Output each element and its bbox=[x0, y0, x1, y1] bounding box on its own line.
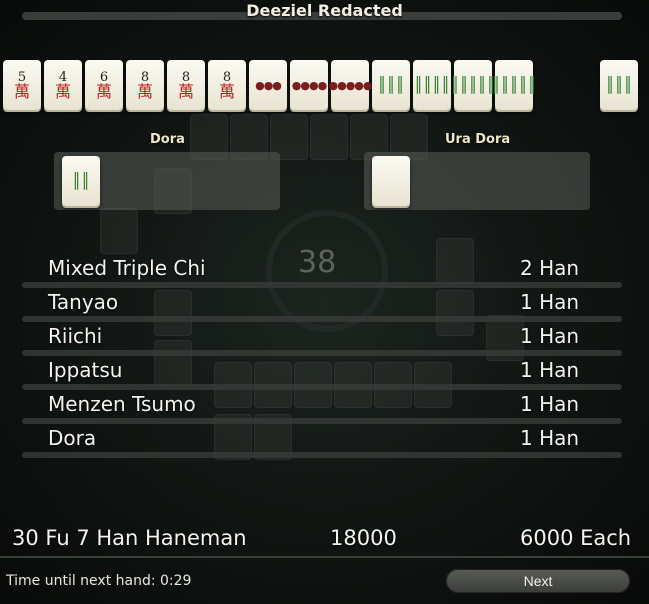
tile-dots: ●●●●● bbox=[328, 78, 373, 92]
yaku-name: Ippatsu bbox=[48, 358, 123, 382]
board-tile bbox=[310, 114, 348, 160]
next-button[interactable]: Next bbox=[446, 569, 630, 593]
yaku-row: Menzen Tsumo 1 Han bbox=[22, 390, 622, 424]
dora-label: Dora bbox=[150, 132, 185, 147]
yaku-name: Mixed Triple Chi bbox=[48, 256, 206, 280]
player-name: Deeziel Redacted bbox=[246, 1, 403, 20]
mahjong-tile: ║║║║║ bbox=[491, 60, 537, 110]
tile-character: 萬 bbox=[177, 81, 194, 101]
payment-each: 6000 Each bbox=[520, 526, 632, 550]
yaku-han: 1 Han bbox=[520, 290, 580, 314]
yaku-row: Tanyao 1 Han bbox=[22, 288, 622, 322]
mahjong-tile: ║║║║ bbox=[413, 60, 451, 110]
mahjong-tile: 8萬 bbox=[208, 60, 246, 110]
tile-character: 萬 bbox=[95, 81, 112, 101]
mahjong-tile: ║║║ bbox=[372, 60, 410, 110]
tile-bamboo: ║║║ bbox=[377, 75, 405, 94]
hand-value: 30 Fu 7 Han Haneman bbox=[12, 526, 247, 550]
board-tile bbox=[100, 208, 138, 254]
mahjong-tile: ●●● bbox=[249, 60, 287, 110]
yaku-name: Riichi bbox=[48, 324, 103, 348]
yaku-name: Menzen Tsumo bbox=[48, 392, 196, 416]
yaku-han: 1 Han bbox=[520, 392, 580, 416]
mahjong-tile: 5萬 bbox=[3, 60, 41, 110]
tile-dots: ●●● bbox=[255, 78, 282, 92]
yaku-han: 1 Han bbox=[520, 324, 580, 348]
mahjong-tile: ●●●●● bbox=[328, 60, 373, 110]
tile-character: 萬 bbox=[218, 81, 235, 101]
yaku-row: Riichi 1 Han bbox=[22, 322, 622, 356]
tile-bamboo: ║║║║║ bbox=[491, 75, 537, 94]
next-hand-timer: Time until next hand: 0:29 bbox=[6, 573, 192, 589]
yaku-row: Mixed Triple Chi 2 Han bbox=[22, 254, 622, 288]
tile-bamboo: ║║ bbox=[71, 171, 91, 190]
mahjong-tile: 4萬 bbox=[44, 60, 82, 110]
tile-bamboo: ║║║║║ bbox=[450, 75, 496, 94]
mahjong-tile: ●●●● bbox=[290, 60, 328, 110]
tile-bamboo: ║║║║ bbox=[413, 75, 451, 94]
yaku-row-bar bbox=[22, 452, 622, 458]
mahjong-tile: ║║║ bbox=[600, 60, 638, 110]
mahjong-tile: ║║ bbox=[62, 156, 100, 206]
mahjong-tile bbox=[372, 156, 410, 206]
yaku-han: 1 Han bbox=[520, 426, 580, 450]
mahjong-tile: ║║║║║ bbox=[450, 60, 496, 110]
ura-dora-label: Ura Dora bbox=[445, 132, 511, 147]
yaku-han: 1 Han bbox=[520, 358, 580, 382]
mahjong-tile: 8萬 bbox=[167, 60, 205, 110]
mahjong-tile: 6萬 bbox=[85, 60, 123, 110]
tile-bamboo: ║║║ bbox=[605, 75, 633, 94]
yaku-name: Dora bbox=[48, 426, 97, 450]
tile-character: 萬 bbox=[136, 81, 153, 101]
yaku-name: Tanyao bbox=[48, 290, 119, 314]
mahjong-tile: 8萬 bbox=[126, 60, 164, 110]
tile-dots: ●●●● bbox=[291, 78, 327, 92]
yaku-han: 2 Han bbox=[520, 256, 580, 280]
yaku-row: Dora 1 Han bbox=[22, 424, 622, 458]
yaku-row: Ippatsu 1 Han bbox=[22, 356, 622, 390]
tile-character: 萬 bbox=[13, 81, 30, 101]
tile-character: 萬 bbox=[54, 81, 71, 101]
points-total: 18000 bbox=[330, 526, 397, 550]
footer-divider bbox=[0, 556, 649, 558]
